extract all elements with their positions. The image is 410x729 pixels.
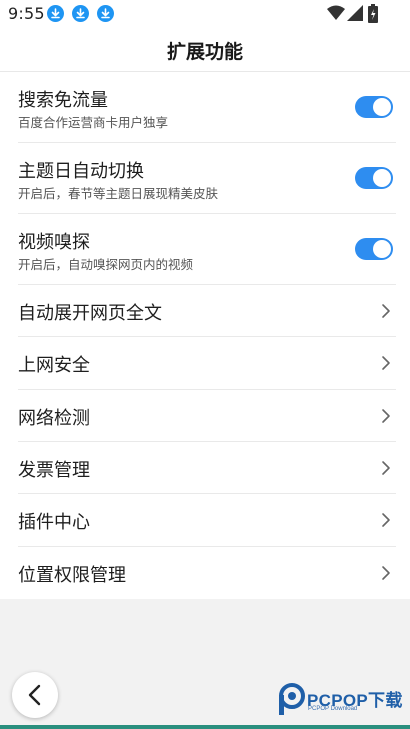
setting-title: 发票管理	[18, 460, 90, 481]
chevron-right-icon	[382, 566, 390, 580]
signal-icon	[347, 5, 363, 21]
page-title: 扩展功能	[166, 41, 243, 63]
screen: 9:55 扩展功能 搜索免流量 百度合作运营商卡用户独享 主题日自动切换 开启后…	[0, 0, 410, 729]
status-time: 9:55	[8, 4, 45, 23]
watermark-sub: PCPOP Download	[308, 706, 358, 712]
chevron-right-icon	[382, 409, 390, 423]
chevron-right-icon	[382, 461, 390, 475]
status-bar: 9:55	[0, 0, 410, 28]
download-icon	[97, 5, 114, 22]
chevron-right-icon	[382, 304, 390, 318]
setting-row-search-free-data[interactable]: 搜索免流量 百度合作运营商卡用户独享	[0, 72, 410, 143]
setting-row-network-check[interactable]: 网络检测	[0, 390, 410, 442]
setting-subtitle: 开启后，春节等主题日展现精美皮肤	[18, 186, 219, 201]
setting-row-auto-expand-page[interactable]: 自动展开网页全文	[0, 285, 410, 337]
setting-row-plugin-center[interactable]: 插件中心	[0, 494, 410, 547]
setting-row-browsing-security[interactable]: 上网安全	[0, 337, 410, 390]
setting-title: 自动展开网页全文	[18, 303, 162, 324]
toggle-knob	[373, 240, 391, 258]
back-button[interactable]	[12, 672, 58, 718]
toggle-knob	[373, 169, 391, 187]
chevron-right-icon	[382, 356, 390, 370]
setting-title: 上网安全	[18, 355, 90, 376]
wifi-icon	[327, 5, 345, 20]
setting-title: 网络检测	[18, 408, 90, 429]
chevron-left-icon	[28, 684, 41, 706]
search-free-data-toggle[interactable]	[355, 96, 393, 118]
setting-subtitle: 百度合作运营商卡用户独享	[18, 115, 169, 130]
bottom-accent-line	[0, 725, 410, 729]
title-bar: 扩展功能	[0, 28, 410, 72]
setting-title: 插件中心	[18, 512, 90, 533]
theme-day-switch-toggle[interactable]	[355, 167, 393, 189]
download-icon	[72, 5, 89, 22]
chevron-right-icon	[382, 513, 390, 527]
setting-row-invoice-management[interactable]: 发票管理	[0, 442, 410, 494]
video-sniffing-toggle[interactable]	[355, 238, 393, 260]
download-icon	[47, 5, 64, 22]
toggle-knob	[373, 98, 391, 116]
setting-row-video-sniffing[interactable]: 视频嗅探 开启后，自动嗅探网页内的视频	[0, 214, 410, 285]
setting-subtitle: 开启后，自动嗅探网页内的视频	[18, 257, 194, 272]
setting-title: 搜索免流量	[18, 90, 108, 111]
setting-title: 视频嗅探	[18, 232, 90, 253]
pcpop-logo-icon	[279, 683, 305, 715]
settings-list: 搜索免流量 百度合作运营商卡用户独享 主题日自动切换 开启后，春节等主题日展现精…	[0, 72, 410, 599]
setting-row-location-permission[interactable]: 位置权限管理	[0, 547, 410, 599]
battery-icon	[368, 4, 378, 23]
watermark: PCPOP下载 PCPOP Download	[277, 683, 403, 717]
setting-title: 主题日自动切换	[18, 161, 144, 182]
setting-row-theme-day-switch[interactable]: 主题日自动切换 开启后，春节等主题日展现精美皮肤	[0, 143, 410, 214]
setting-title: 位置权限管理	[18, 565, 126, 586]
